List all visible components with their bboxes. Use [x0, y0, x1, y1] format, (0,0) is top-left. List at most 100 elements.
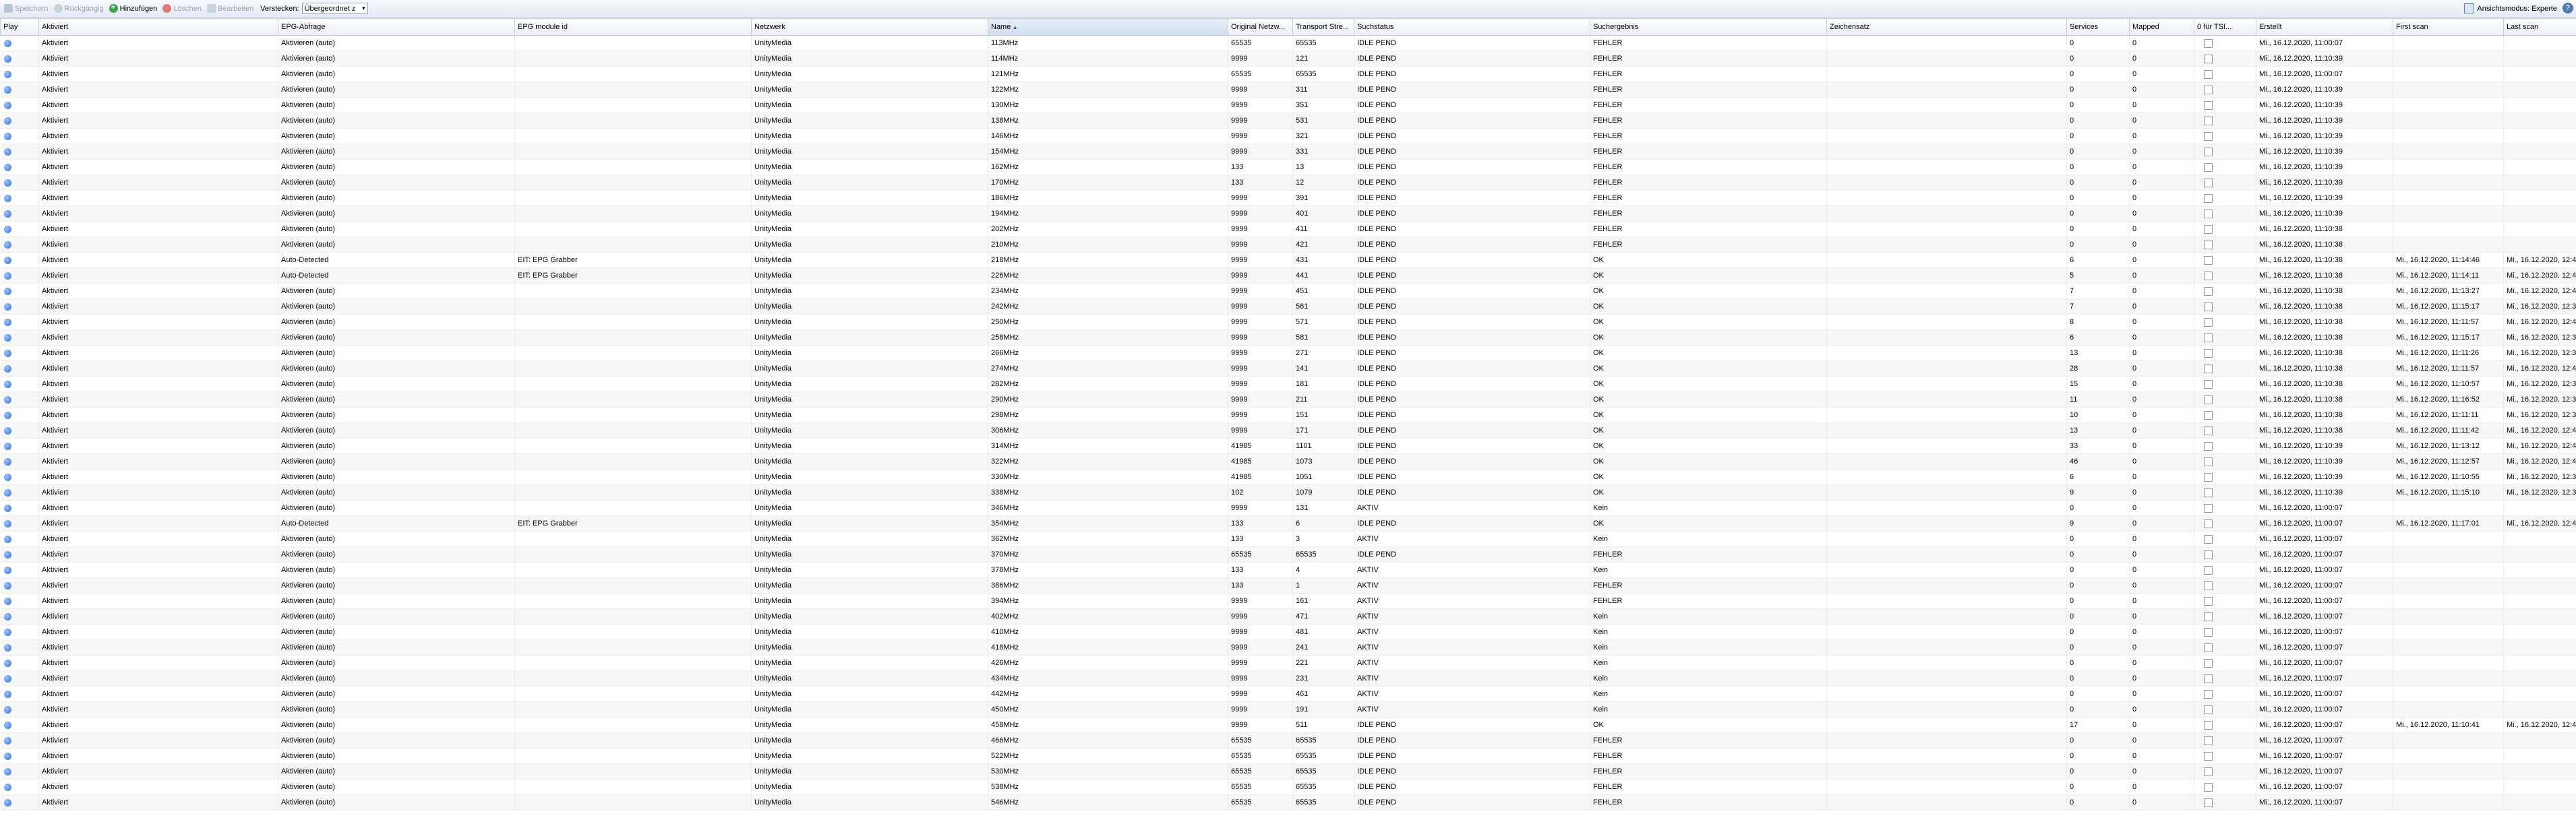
tsid-zero-cell[interactable]: [2194, 35, 2256, 51]
play-icon[interactable]: [3, 426, 11, 435]
tsid-zero-checkbox[interactable]: [2204, 798, 2213, 807]
play-cell[interactable]: [0, 298, 39, 315]
tsid-zero-cell[interactable]: [2194, 624, 2256, 640]
table-row[interactable]: Aktiviert Aktivieren (auto) UnityMedia 250M…: [0, 314, 2576, 330]
save-button[interactable]: Speichern: [1, 1, 51, 16]
play-cell[interactable]: [0, 686, 39, 702]
play-cell[interactable]: [0, 469, 39, 485]
play-icon[interactable]: [3, 488, 11, 497]
play-icon[interactable]: [3, 210, 11, 218]
column-header[interactable]: Last scan: [2503, 18, 2576, 36]
table-row[interactable]: Aktiviert Aktivieren (auto) UnityMedia 290M…: [0, 391, 2576, 408]
tsid-zero-checkbox[interactable]: [2204, 689, 2213, 699]
play-cell[interactable]: [0, 345, 39, 361]
tsid-zero-cell[interactable]: [2194, 376, 2256, 392]
play-cell[interactable]: [0, 562, 39, 578]
tsid-zero-cell[interactable]: [2194, 546, 2256, 563]
table-row[interactable]: Aktiviert Aktivieren (auto) UnityMedia 322M…: [0, 453, 2576, 470]
tsid-zero-cell[interactable]: [2194, 515, 2256, 532]
play-icon[interactable]: [3, 148, 11, 156]
play-cell[interactable]: [0, 670, 39, 687]
tsid-zero-checkbox[interactable]: [2204, 720, 2213, 730]
tsid-zero-cell[interactable]: [2194, 593, 2256, 609]
table-row[interactable]: Aktiviert Aktivieren (auto) UnityMedia 306M…: [0, 422, 2576, 439]
play-cell[interactable]: [0, 608, 39, 625]
play-icon[interactable]: [3, 581, 11, 590]
table-row[interactable]: Aktiviert Aktivieren (auto) UnityMedia 170M…: [0, 175, 2576, 191]
play-cell[interactable]: [0, 267, 39, 284]
tsid-zero-checkbox[interactable]: [2204, 472, 2213, 482]
tsid-zero-cell[interactable]: [2194, 484, 2256, 501]
table-row[interactable]: Aktiviert Aktivieren (auto) UnityMedia 122M…: [0, 82, 2576, 98]
tsid-zero-cell[interactable]: [2194, 438, 2256, 454]
tsid-zero-checkbox[interactable]: [2204, 54, 2213, 63]
play-icon[interactable]: [3, 674, 11, 683]
play-cell[interactable]: [0, 593, 39, 609]
play-cell[interactable]: [0, 732, 39, 749]
play-icon[interactable]: [3, 535, 11, 543]
table-row[interactable]: Aktiviert Aktivieren (auto) UnityMedia 146M…: [0, 128, 2576, 144]
tsid-zero-cell[interactable]: [2194, 298, 2256, 315]
tsid-zero-checkbox[interactable]: [2204, 457, 2213, 466]
play-icon[interactable]: [3, 225, 11, 233]
delete-button[interactable]: Löschen: [160, 1, 204, 16]
play-cell[interactable]: [0, 655, 39, 671]
tsid-zero-checkbox[interactable]: [2204, 674, 2213, 683]
play-cell[interactable]: [0, 66, 39, 82]
play-icon[interactable]: [3, 597, 11, 605]
table-row[interactable]: Aktiviert Aktivieren (auto) UnityMedia 154M…: [0, 144, 2576, 160]
tsid-zero-cell[interactable]: [2194, 577, 2256, 594]
play-icon[interactable]: [3, 117, 11, 125]
table-row[interactable]: Aktiviert Aktivieren (auto) UnityMedia 130M…: [0, 97, 2576, 113]
play-cell[interactable]: [0, 97, 39, 113]
play-icon[interactable]: [3, 519, 11, 528]
play-icon[interactable]: [3, 690, 11, 698]
table-row[interactable]: Aktiviert Aktivieren (auto) UnityMedia 114M…: [0, 51, 2576, 67]
tsid-zero-cell[interactable]: [2194, 252, 2256, 268]
view-mode-button[interactable]: Ansichtsmodus: Experte: [2464, 3, 2557, 13]
play-cell[interactable]: [0, 717, 39, 733]
tsid-zero-checkbox[interactable]: [2204, 627, 2213, 637]
tsid-zero-checkbox[interactable]: [2204, 643, 2213, 652]
tsid-zero-checkbox[interactable]: [2204, 333, 2213, 342]
play-icon[interactable]: [3, 736, 11, 745]
table-row[interactable]: Aktiviert Aktivieren (auto) UnityMedia 162M…: [0, 159, 2576, 175]
play-icon[interactable]: [3, 194, 11, 202]
tsid-zero-cell[interactable]: [2194, 748, 2256, 764]
play-icon[interactable]: [3, 256, 11, 264]
column-header[interactable]: Zeichensatz: [1826, 18, 2067, 36]
tsid-zero-checkbox[interactable]: [2204, 302, 2213, 311]
table-row[interactable]: Aktiviert Aktivieren (auto) UnityMedia 386M…: [0, 577, 2576, 594]
play-cell[interactable]: [0, 391, 39, 408]
table-row[interactable]: Aktiviert Aktivieren (auto) UnityMedia 274M…: [0, 360, 2576, 377]
tsid-zero-checkbox[interactable]: [2204, 364, 2213, 373]
play-icon[interactable]: [3, 396, 11, 404]
tsid-zero-cell[interactable]: [2194, 144, 2256, 160]
tsid-zero-checkbox[interactable]: [2204, 131, 2213, 141]
tsid-zero-cell[interactable]: [2194, 51, 2256, 67]
edit-button[interactable]: Bearbeiten: [204, 1, 256, 16]
tsid-zero-checkbox[interactable]: [2204, 441, 2213, 451]
table-row[interactable]: Aktiviert Aktivieren (auto) UnityMedia 546M…: [0, 794, 2576, 811]
tsid-zero-checkbox[interactable]: [2204, 565, 2213, 575]
tsid-zero-checkbox[interactable]: [2204, 503, 2213, 513]
table-row[interactable]: Aktiviert Aktivieren (auto) UnityMedia 434M…: [0, 670, 2576, 687]
table-row[interactable]: Aktiviert Aktivieren (auto) UnityMedia 426M…: [0, 655, 2576, 671]
tsid-zero-cell[interactable]: [2194, 66, 2256, 82]
tsid-zero-cell[interactable]: [2194, 360, 2256, 377]
table-row[interactable]: Aktiviert Aktivieren (auto) UnityMedia 330M…: [0, 469, 2576, 485]
tsid-zero-cell[interactable]: [2194, 205, 2256, 222]
table-row[interactable]: Aktiviert Aktivieren (auto) UnityMedia 394M…: [0, 593, 2576, 609]
column-header[interactable]: Transport Stre...: [1292, 18, 1354, 36]
play-icon[interactable]: [3, 39, 11, 47]
play-icon[interactable]: [3, 70, 11, 78]
play-icon[interactable]: [3, 798, 11, 807]
play-icon[interactable]: [3, 705, 11, 714]
column-header[interactable]: 0 für TSI...: [2194, 18, 2256, 36]
tsid-zero-checkbox[interactable]: [2204, 379, 2213, 389]
column-header[interactable]: EPG-Abfrage: [278, 18, 515, 36]
table-row[interactable]: Aktiviert Aktivieren (auto) UnityMedia 194M…: [0, 205, 2576, 222]
tsid-zero-cell[interactable]: [2194, 391, 2256, 408]
tsid-zero-cell[interactable]: [2194, 717, 2256, 733]
column-header[interactable]: EPG module id: [514, 18, 752, 36]
